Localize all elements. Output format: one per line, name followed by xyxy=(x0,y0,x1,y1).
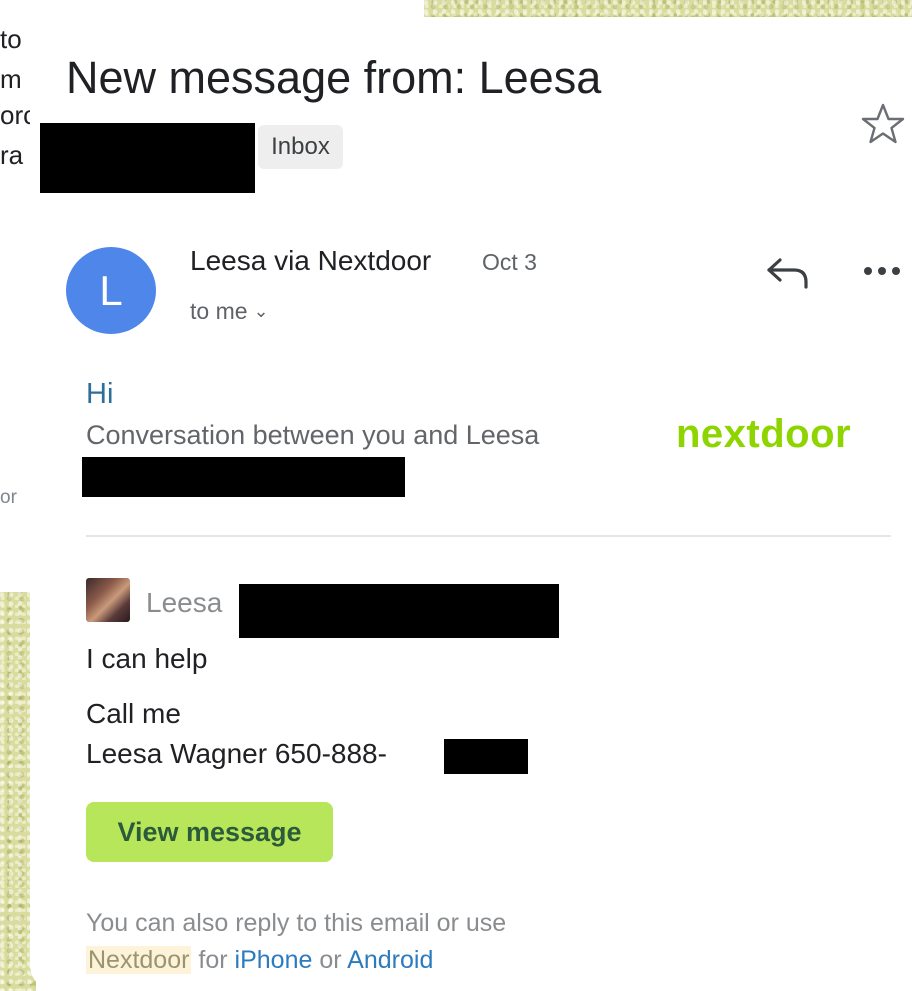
recipient-toggle[interactable]: to me ⌄ xyxy=(190,296,269,326)
message-author-avatar xyxy=(86,578,130,622)
background-text: orc xyxy=(0,100,30,130)
message-line: Leesa Wagner 650-888- xyxy=(86,738,387,769)
background-text: ra xyxy=(0,140,24,170)
inbox-label[interactable]: Inbox xyxy=(258,125,343,169)
background-text: m i xyxy=(0,64,30,94)
android-link[interactable]: Android xyxy=(347,946,433,974)
greeting: Hi xyxy=(86,378,114,410)
sender-name: Leesa via Nextdoor xyxy=(190,245,432,276)
footer-or: or xyxy=(319,946,342,974)
conversation-title: Conversation between you and Leesa xyxy=(86,420,540,450)
nextdoor-logo[interactable]: nextdoor xyxy=(676,408,851,460)
message-line: Call me xyxy=(86,698,181,729)
chevron-down-icon: ⌄ xyxy=(253,301,269,321)
redacted-block xyxy=(82,457,405,497)
sender-date: Oct 3 xyxy=(482,249,537,275)
redacted-block xyxy=(444,739,528,774)
recipient-label: to me xyxy=(190,298,248,324)
iphone-link[interactable]: iPhone xyxy=(235,946,313,974)
redacted-block xyxy=(239,584,559,638)
message-author: Leesa xyxy=(146,587,223,618)
sender-avatar[interactable]: L xyxy=(66,247,156,334)
email-subject: New message from: Leesa xyxy=(66,52,602,103)
background-texture xyxy=(424,0,912,17)
divider xyxy=(86,535,891,537)
view-message-button[interactable]: View message xyxy=(86,802,333,862)
reply-icon[interactable] xyxy=(764,254,810,290)
footer-for: for xyxy=(198,946,228,974)
background-text: or xyxy=(0,487,17,508)
redacted-block xyxy=(40,123,255,193)
footer-text: You can also reply to this email or use xyxy=(86,909,507,937)
background-text: to xyxy=(0,24,22,54)
more-options-icon[interactable] xyxy=(862,262,902,280)
star-icon[interactable] xyxy=(860,102,906,146)
nextdoor-app-link[interactable]: Nextdoor xyxy=(86,946,192,974)
footer-links: Nextdoor for iPhone or Android xyxy=(86,944,433,976)
message-line: I can help xyxy=(86,643,208,674)
